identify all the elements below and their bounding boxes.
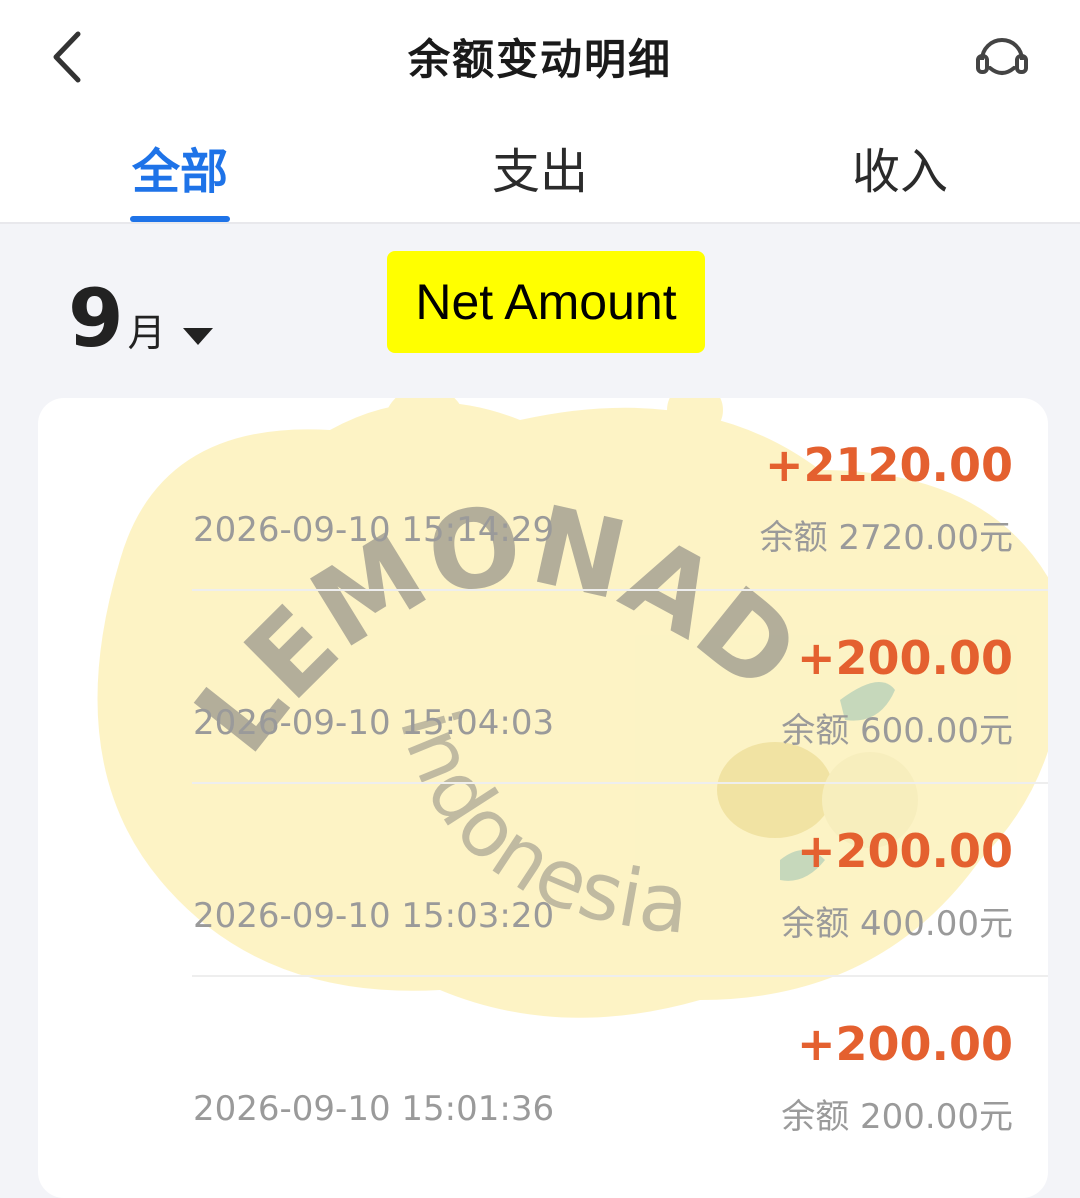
transaction-time: 2026-09-10 15:14:29 — [193, 510, 555, 550]
list-item[interactable]: +2120.00 2026-09-10 15:14:29 余额 2720.00元 — [38, 398, 1048, 591]
caret-down-icon — [181, 325, 215, 351]
customer-service-button[interactable] — [970, 28, 1034, 88]
list-item[interactable]: +200.00 2026-09-10 15:04:03 余额 600.00元 — [38, 591, 1048, 784]
balance-after: 余额 2720.00元 — [759, 518, 1013, 558]
transaction-list: LEMONADE indonesia +2120.00 2026-09-10 1… — [38, 398, 1048, 1198]
balance-after: 余额 600.00元 — [781, 711, 1013, 751]
list-item[interactable]: +200.00 2026-09-10 15:03:20 余额 400.00元 — [38, 784, 1048, 977]
transaction-amount: +200.00 — [796, 1017, 1013, 1071]
transaction-amount: +200.00 — [796, 631, 1013, 685]
month-number: 9 — [68, 272, 124, 365]
month-unit: 月 — [127, 311, 166, 355]
tab-expense[interactable]: 支出 — [440, 132, 640, 202]
transaction-amount: +2120.00 — [764, 438, 1013, 492]
transaction-time: 2026-09-10 15:01:36 — [193, 1089, 555, 1129]
transaction-time: 2026-09-10 15:04:03 — [193, 703, 555, 743]
active-tab-indicator — [130, 216, 230, 222]
balance-after: 余额 200.00元 — [781, 1097, 1013, 1137]
tab-all[interactable]: 全部 — [80, 132, 280, 202]
tab-income[interactable]: 收入 — [800, 132, 1000, 202]
list-item[interactable]: +200.00 2026-09-10 15:01:36 余额 200.00元 — [38, 977, 1048, 1170]
top-bar: 余额变动明细 全部 支出 收入 — [0, 0, 1080, 224]
page-title: 余额变动明细 — [407, 35, 672, 84]
net-amount-label: Net Amount — [387, 251, 705, 353]
customer-service-icon — [976, 38, 1028, 75]
transaction-amount: +200.00 — [796, 824, 1013, 878]
balance-after: 余额 400.00元 — [781, 904, 1013, 944]
month-selector[interactable]: 9月 — [68, 272, 215, 365]
transaction-time: 2026-09-10 15:03:20 — [193, 896, 555, 936]
